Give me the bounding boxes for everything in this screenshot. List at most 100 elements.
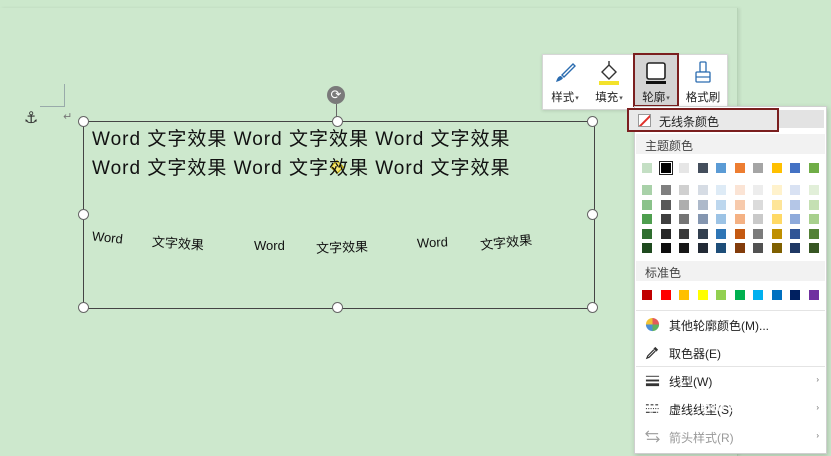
watermark-url: jingyan.baidu.com: [706, 414, 787, 425]
theme-shade-swatch[interactable]: [734, 185, 745, 195]
theme-shade-swatch[interactable]: [771, 199, 782, 210]
no-line-color-option[interactable]: 无线条颜色: [627, 108, 779, 132]
theme-color-swatch[interactable]: [716, 163, 726, 173]
theme-shade-swatch[interactable]: [753, 228, 763, 239]
anchor-icon[interactable]: ⚓: [24, 108, 38, 128]
standard-color-swatch[interactable]: [642, 290, 652, 300]
arrow-style-item[interactable]: 箭头样式(R) ›: [636, 423, 825, 449]
theme-shade-swatch[interactable]: [716, 185, 726, 195]
theme-color-swatch[interactable]: [642, 163, 652, 173]
theme-shade-swatch[interactable]: [808, 185, 819, 195]
eyedropper-icon: [644, 344, 660, 360]
theme-shade-swatch[interactable]: [679, 243, 689, 253]
more-outline-colors-label: 其他轮廓颜色(M)...: [669, 319, 769, 333]
standard-color-swatch[interactable]: [679, 290, 689, 300]
theme-color-swatch[interactable]: [790, 163, 800, 173]
rotate-handle-icon[interactable]: ⟳: [327, 86, 345, 104]
theme-color-swatch[interactable]: [679, 163, 689, 173]
theme-shade-swatch[interactable]: [679, 228, 689, 239]
standard-color-swatch[interactable]: [660, 290, 671, 300]
standard-color-swatch[interactable]: [716, 290, 726, 300]
resize-handle-bottom-left[interactable]: [78, 302, 89, 313]
theme-shade-swatch[interactable]: [734, 228, 745, 239]
standard-color-swatch[interactable]: [771, 290, 782, 300]
theme-shade-swatch[interactable]: [716, 214, 726, 224]
fill-label: 填充: [595, 92, 619, 104]
theme-shade-swatch[interactable]: [679, 199, 689, 210]
standard-color-swatch[interactable]: [753, 290, 763, 300]
theme-shade-swatch[interactable]: [734, 214, 745, 224]
submenu-arrow-icon: ›: [816, 403, 819, 412]
theme-shade-swatch[interactable]: [697, 228, 708, 239]
theme-color-swatch[interactable]: [808, 163, 819, 173]
theme-shade-swatch[interactable]: [716, 243, 726, 253]
format-painter-button[interactable]: 格式刷: [682, 55, 724, 109]
eyedropper-item[interactable]: 取色器(E): [636, 339, 825, 365]
line-type-item[interactable]: 线型(W) ›: [636, 367, 825, 393]
style-button[interactable]: 样式▾: [546, 55, 584, 109]
theme-shade-swatch[interactable]: [771, 243, 782, 253]
wave-word: 文字效果: [315, 239, 369, 256]
theme-shade-swatch[interactable]: [753, 243, 763, 253]
theme-shade-swatch[interactable]: [790, 228, 800, 239]
theme-shade-swatch[interactable]: [790, 185, 800, 195]
theme-shade-swatch[interactable]: [790, 199, 800, 210]
resize-handle-top-left[interactable]: [78, 116, 89, 127]
theme-shade-swatch[interactable]: [753, 185, 763, 195]
theme-shade-swatch[interactable]: [716, 228, 726, 239]
theme-shade-swatch[interactable]: [679, 214, 689, 224]
theme-shade-swatch[interactable]: [642, 243, 652, 253]
theme-shade-swatch[interactable]: [808, 228, 819, 239]
theme-shade-swatch[interactable]: [790, 243, 800, 253]
theme-shade-swatch[interactable]: [660, 243, 671, 253]
theme-shade-swatch[interactable]: [771, 185, 782, 195]
theme-color-swatch[interactable]: [697, 163, 708, 173]
theme-shade-swatch[interactable]: [660, 228, 671, 239]
resize-handle-left[interactable]: [78, 209, 89, 220]
fill-button[interactable]: 填充▾: [589, 55, 629, 109]
theme-shade-swatch[interactable]: [808, 243, 819, 253]
theme-color-swatch[interactable]: [658, 161, 673, 175]
theme-color-swatch[interactable]: [734, 163, 745, 173]
theme-shade-swatch[interactable]: [771, 228, 782, 239]
theme-shade-swatch[interactable]: [771, 214, 782, 224]
theme-shade-swatch[interactable]: [660, 214, 671, 224]
theme-shade-swatch[interactable]: [697, 243, 708, 253]
theme-color-swatch[interactable]: [753, 163, 763, 173]
theme-shade-swatch[interactable]: [753, 214, 763, 224]
theme-shade-swatch[interactable]: [697, 214, 708, 224]
text-line-2: Word 文字效果 Word 文字效果 Word 文字效果: [92, 158, 511, 179]
theme-shade-swatch[interactable]: [734, 243, 745, 253]
theme-shade-swatch[interactable]: [734, 199, 745, 210]
wave-word: Word: [416, 234, 449, 251]
theme-shade-swatch[interactable]: [679, 185, 689, 195]
resize-handle-bottom[interactable]: [332, 302, 343, 313]
brush-icon: [546, 59, 584, 87]
theme-shade-swatch[interactable]: [642, 214, 652, 224]
theme-shade-swatch[interactable]: [808, 199, 819, 210]
theme-shade-swatch[interactable]: [753, 199, 763, 210]
theme-shade-swatch[interactable]: [660, 199, 671, 210]
theme-shade-swatch[interactable]: [642, 185, 652, 195]
theme-shade-swatch[interactable]: [808, 214, 819, 224]
outline-icon: [635, 59, 677, 87]
resize-handle-top-right[interactable]: [587, 116, 598, 127]
standard-color-swatch[interactable]: [790, 290, 800, 300]
theme-shade-swatch[interactable]: [716, 199, 726, 210]
theme-color-swatch[interactable]: [771, 163, 782, 173]
standard-color-swatch[interactable]: [734, 290, 745, 300]
theme-shade-swatch[interactable]: [697, 185, 708, 195]
theme-shade-swatch[interactable]: [697, 199, 708, 210]
theme-shade-swatch[interactable]: [790, 214, 800, 224]
more-outline-colors-item[interactable]: 其他轮廓颜色(M)...: [636, 311, 825, 337]
theme-shade-swatch[interactable]: [660, 185, 671, 195]
outline-button[interactable]: 轮廓▾: [633, 53, 679, 107]
resize-handle-right[interactable]: [587, 209, 598, 220]
resize-handle-bottom-right[interactable]: [587, 302, 598, 313]
standard-color-swatch[interactable]: [808, 290, 819, 300]
standard-color-swatch[interactable]: [697, 290, 708, 300]
theme-shade-swatch[interactable]: [642, 228, 652, 239]
outline-label: 轮廓: [642, 92, 666, 104]
chevron-down-icon: ▾: [575, 94, 579, 102]
theme-shade-swatch[interactable]: [642, 199, 652, 210]
